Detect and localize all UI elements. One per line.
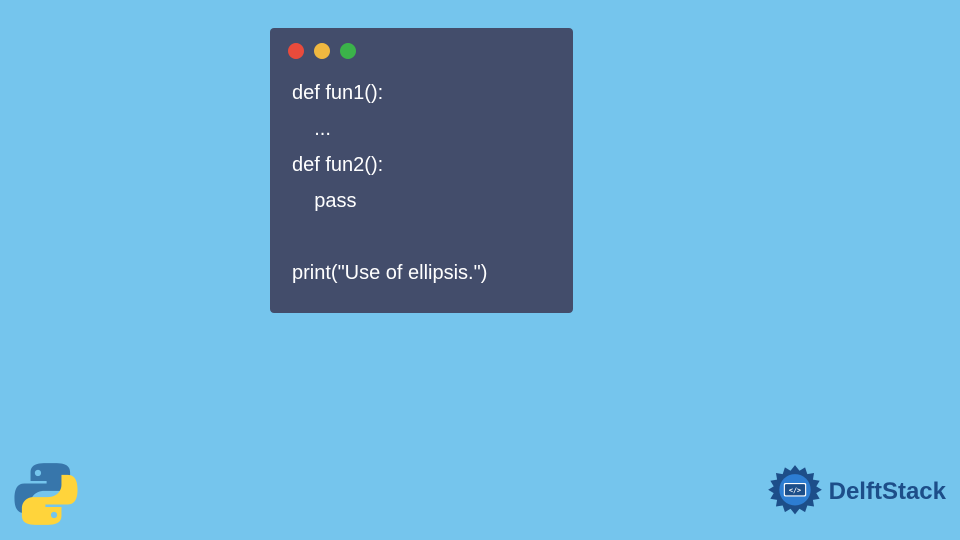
delft-gear-icon: </> [767, 464, 823, 520]
maximize-icon [340, 43, 356, 59]
python-logo-icon [12, 460, 80, 528]
brand-logo: </> DelftStack [767, 464, 946, 520]
window-controls [270, 28, 573, 69]
code-line: print("Use of ellipsis.") [292, 262, 487, 284]
code-line: def fun2(): [292, 154, 383, 176]
code-line: ... [292, 118, 331, 140]
code-content: def fun1(): ... def fun2(): pass print("… [270, 69, 573, 291]
close-icon [288, 43, 304, 59]
code-line: pass [292, 190, 356, 212]
brand-name: DelftStack [829, 478, 946, 506]
code-line: def fun1(): [292, 82, 383, 104]
code-window: def fun1(): ... def fun2(): pass print("… [270, 28, 573, 313]
svg-text:</>: </> [789, 487, 801, 495]
minimize-icon [314, 43, 330, 59]
